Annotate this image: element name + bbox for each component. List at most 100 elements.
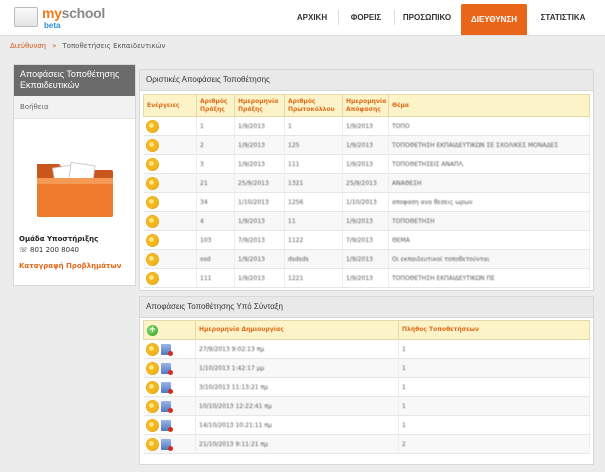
table-cell: 1122 bbox=[284, 230, 343, 250]
table-cell: 1 bbox=[398, 358, 590, 378]
breadcrumb-current: Τοποθετήσεις Εκπαιδευτικών bbox=[62, 42, 166, 50]
table-cell: 25/9/2013 bbox=[234, 173, 285, 193]
table-cell: ΑΝΑΘΕΣΗ bbox=[388, 173, 590, 193]
table-cell: ΤΟΠΟΘΕΤΗΣΗ bbox=[388, 211, 590, 231]
nav-item-institutions[interactable]: ΦΟΡΕΙΣ bbox=[342, 0, 390, 35]
table-row: 3 1/9/2013 111 1/9/2013 ΤΟΠΟΘΕΤΗΣΕΙΣ ΑΝΑΠΛ. bbox=[143, 154, 590, 174]
table-cell: 3/10/2013 11:13:21 πμ bbox=[195, 377, 399, 397]
logo-beta-tag: beta bbox=[44, 21, 61, 30]
table-cell: 1 bbox=[398, 415, 590, 435]
gear-icon[interactable] bbox=[146, 120, 158, 132]
breadcrumb: Διεύθυνση » Τοποθετήσεις Εκπαιδευτικών bbox=[0, 36, 605, 56]
table-cell: 2 bbox=[196, 135, 235, 155]
table-cell: 103 bbox=[196, 230, 235, 250]
table-cell: 1 bbox=[398, 339, 590, 359]
gear-icon[interactable] bbox=[146, 139, 158, 151]
report-problems-link[interactable]: Καταγραφή Προβλημάτων bbox=[19, 262, 121, 270]
column-header[interactable]: Πλήθος Τοποθετήσεων bbox=[398, 320, 590, 340]
gear-icon[interactable] bbox=[146, 196, 158, 208]
sidebar-help-link[interactable]: Βοήθεια bbox=[14, 96, 135, 119]
breadcrumb-separator: » bbox=[52, 42, 57, 50]
support-block: Ομάδα Υποστήριξης ☏ 801 200 8040 Καταγρα… bbox=[19, 235, 121, 270]
column-header[interactable]: Αριθμός Πρωτοκόλλου bbox=[284, 94, 343, 117]
table-row: 4 1/9/2013 11 1/9/2013 ΤΟΠΟΘΕΤΗΣΗ bbox=[143, 211, 590, 231]
nav-item-statistics[interactable]: ΣΤΑΤΙΣΤΙΚΑ bbox=[532, 0, 594, 35]
table-row: 103 7/9/2013 1122 7/9/2013 ΘΕΜΑ bbox=[143, 230, 590, 250]
top-bar: myschool beta ΑΡΧΙΚΗ ΦΟΡΕΙΣ ΠΡΟΣΩΠΙΚΟ ΔΙ… bbox=[0, 0, 605, 36]
delete-document-icon[interactable] bbox=[160, 362, 173, 375]
gear-icon[interactable] bbox=[146, 362, 158, 374]
nav-item-home[interactable]: ΑΡΧΙΚΗ bbox=[290, 0, 334, 35]
gear-icon[interactable] bbox=[146, 234, 158, 246]
gear-icon[interactable] bbox=[146, 158, 158, 170]
table-cell: 1/9/2013 bbox=[342, 211, 389, 231]
table-cell: αποφαση ανα θεσεις ωρων bbox=[388, 192, 590, 212]
column-header[interactable]: Ημερομηνία Δημιουργίας bbox=[195, 320, 399, 340]
nav-divider bbox=[394, 10, 395, 25]
column-header[interactable]: Ημερομηνία Πράξης bbox=[234, 94, 285, 117]
delete-document-icon[interactable] bbox=[160, 400, 173, 413]
table-cell: 1321 bbox=[284, 173, 343, 193]
gear-icon[interactable] bbox=[146, 438, 158, 450]
table-cell: 1 bbox=[284, 116, 343, 136]
table-cell: 2 bbox=[398, 434, 590, 454]
table-cell: 1/10/2013 bbox=[342, 192, 389, 212]
table-cell: 1/9/2013 bbox=[342, 116, 389, 136]
column-header[interactable]: Αριθμός Πράξης bbox=[196, 94, 235, 117]
sidebar: Αποφάσεις Τοποθέτησης Εκπαιδευτικών Βοήθ… bbox=[13, 64, 136, 286]
final-decisions-panel: Οριστικές Αποφάσεις Τοποθέτησης Ενέργειε… bbox=[139, 69, 594, 291]
gear-icon[interactable] bbox=[146, 272, 158, 284]
table-cell: ΘΕΜΑ bbox=[388, 230, 590, 250]
draft-decisions-title: Αποφάσεις Τοποθέτησης Υπό Σύνταξη bbox=[140, 297, 593, 318]
table-cell: 1221 bbox=[284, 268, 343, 288]
actions-cell bbox=[143, 415, 196, 435]
table-cell: 111 bbox=[196, 268, 235, 288]
table-cell: 7/9/2013 bbox=[234, 230, 285, 250]
logo[interactable]: myschool beta bbox=[14, 5, 144, 31]
breadcrumb-parent-link[interactable]: Διεύθυνση bbox=[10, 42, 46, 50]
table-cell: 1/10/2013 bbox=[234, 192, 285, 212]
actions-cell bbox=[143, 116, 197, 136]
table-row: 27/9/2013 9:02:13 πμ 1 bbox=[143, 339, 590, 359]
actions-cell bbox=[143, 396, 196, 416]
delete-document-icon[interactable] bbox=[160, 343, 173, 356]
table-cell: 1/9/2013 bbox=[234, 154, 285, 174]
add-decision-cell: + bbox=[143, 320, 196, 340]
table-row: 21 25/9/2013 1321 25/9/2013 ΑΝΑΘΕΣΗ bbox=[143, 173, 590, 193]
table-cell: 1 bbox=[398, 377, 590, 397]
nav-divider bbox=[338, 10, 339, 25]
column-header: Ενέργειες bbox=[143, 94, 197, 117]
table-row: 2 1/9/2013 125 1/9/2013 ΤΟΠΟΘΕΤΗΣΗ ΕΚΠΑΙΔΕΥΤ… bbox=[143, 135, 590, 155]
table-row: 1/10/2013 1:42:17 μμ 1 bbox=[143, 358, 590, 378]
gear-icon[interactable] bbox=[146, 177, 158, 189]
gear-icon[interactable] bbox=[146, 253, 158, 265]
actions-cell bbox=[143, 268, 197, 288]
table-cell: 4 bbox=[196, 211, 235, 231]
table-cell: 34 bbox=[196, 192, 235, 212]
phone-icon: ☏ bbox=[19, 246, 28, 254]
delete-document-icon[interactable] bbox=[160, 381, 173, 394]
nav-item-staff[interactable]: ΠΡΟΣΩΠΙΚΟ bbox=[398, 0, 456, 35]
delete-document-icon[interactable] bbox=[160, 438, 173, 451]
gear-icon[interactable] bbox=[146, 419, 158, 431]
gear-icon[interactable] bbox=[146, 343, 158, 355]
column-header[interactable]: Θέμα bbox=[388, 94, 590, 117]
actions-cell bbox=[143, 339, 196, 359]
table-row: osd 1/9/2013 dsdsds 1/9/2013 Οι εκπαιδευτικο… bbox=[143, 249, 590, 269]
table-cell: 1/10/2013 1:42:17 μμ bbox=[195, 358, 399, 378]
table-cell: 1256 bbox=[284, 192, 343, 212]
column-header[interactable]: Ημερομηνία Απόφασης bbox=[342, 94, 389, 117]
delete-document-icon[interactable] bbox=[160, 419, 173, 432]
gear-icon[interactable] bbox=[146, 400, 158, 412]
table-cell: ΤΟΠΟΘΕΤΗΣΗ ΕΚΠΑΙΔΕΥΤΙΚΩΝ ΣΕ ΣΧΟΛΙΚΕΣ ΜΟΝ… bbox=[388, 135, 590, 155]
draft-decisions-panel: Αποφάσεις Τοποθέτησης Υπό Σύνταξη + Ημερ… bbox=[139, 296, 594, 465]
add-icon[interactable]: + bbox=[147, 324, 158, 336]
table-cell: Οι εκπαιδευτικοί τοποθετούνται bbox=[388, 249, 590, 269]
actions-cell bbox=[143, 192, 197, 212]
table-cell: 21/10/2013 9:11:21 πμ bbox=[195, 434, 399, 454]
table-cell: ΤΟΠΟΘΕΤΗΣΗ ΕΚΠΑΙΔΕΥΤΙΚΩΝ ΠΕ bbox=[388, 268, 590, 288]
nav-item-directorate[interactable]: ΔΙΕΥΘΥΝΣΗ bbox=[461, 4, 527, 35]
gear-icon[interactable] bbox=[146, 215, 158, 227]
table-cell: 1/9/2013 bbox=[234, 268, 285, 288]
gear-icon[interactable] bbox=[146, 381, 158, 393]
